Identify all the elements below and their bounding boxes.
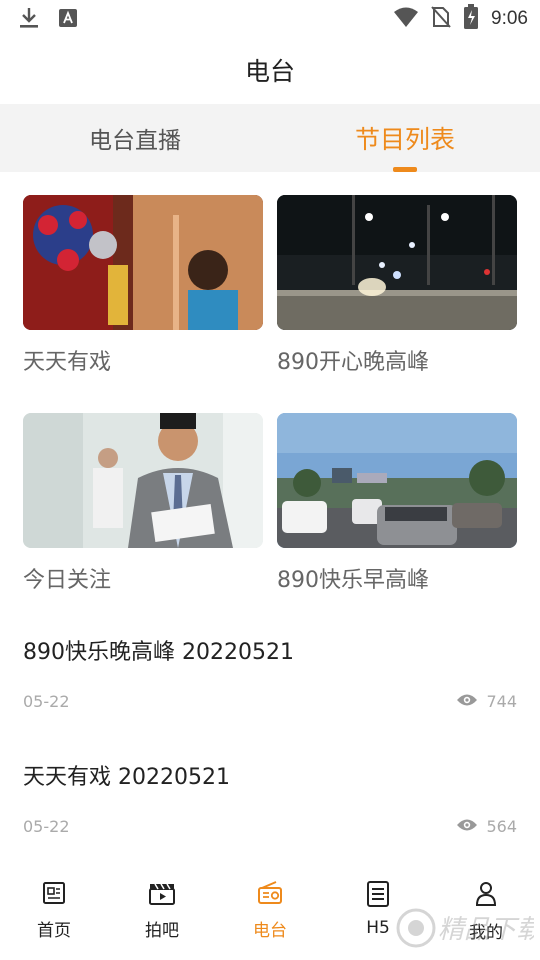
program-card[interactable]: 今日关注	[23, 413, 263, 594]
nav-radio[interactable]: 电台	[216, 872, 324, 960]
clapperboard-icon	[148, 880, 176, 910]
program-title: 890开心晚高峰	[277, 350, 429, 375]
tab-program-list[interactable]: 节目列表	[270, 104, 540, 172]
episode-views: 744	[486, 692, 517, 711]
businessman-photo	[23, 413, 263, 548]
episode-date: 05-22	[23, 692, 70, 711]
program-title: 890快乐早高峰	[277, 568, 429, 593]
episode-title: 天天有戏 20220521	[23, 765, 230, 790]
title-bar: 电台	[0, 36, 540, 104]
a-icon	[58, 8, 78, 32]
active-tab-indicator	[393, 167, 417, 172]
program-title: 今日关注	[23, 568, 112, 593]
nav-label: 首页	[37, 921, 71, 941]
episode-date: 05-22	[23, 817, 70, 836]
night-road-photo	[277, 195, 517, 330]
status-bar: 9:06	[0, 0, 540, 36]
news-icon	[41, 880, 67, 910]
eye-icon	[456, 817, 478, 836]
eye-icon	[456, 692, 478, 711]
episode-item[interactable]: 天天有戏 20220521 05-22 564	[23, 759, 517, 836]
episode-title: 890快乐晚高峰 20220521	[23, 640, 294, 665]
page-title: 电台	[244, 57, 295, 86]
clock: 9:06	[491, 8, 528, 29]
tab-bar: 电台直播 节目列表	[0, 104, 540, 172]
opera-mask-photo	[23, 195, 263, 330]
nav-label: 电台	[253, 921, 287, 941]
document-icon	[365, 880, 391, 912]
radio-icon	[256, 880, 284, 910]
tab-label: 电台直播	[89, 128, 181, 154]
watermark-logo: 精品下载	[396, 908, 534, 948]
no-sim-icon	[431, 5, 451, 33]
program-card[interactable]: 天天有戏	[23, 195, 263, 376]
traffic-street-photo	[277, 413, 517, 548]
episode-item[interactable]: 890快乐晚高峰 20220521 05-22 744	[23, 634, 517, 711]
nav-label: H5	[366, 918, 390, 938]
wifi-icon	[393, 6, 419, 32]
download-icon	[18, 6, 40, 34]
nav-home[interactable]: 首页	[0, 872, 108, 960]
nav-label: 拍吧	[145, 921, 179, 941]
episode-views: 564	[486, 817, 517, 836]
tab-live-radio[interactable]: 电台直播	[0, 104, 270, 172]
battery-charging-icon	[463, 4, 479, 34]
program-card[interactable]: 890快乐早高峰	[277, 413, 517, 594]
bottom-nav: 首页 拍吧 电台 H5 我的 精品下载	[0, 872, 540, 960]
nav-paiba[interactable]: 拍吧	[108, 872, 216, 960]
program-card[interactable]: 890开心晚高峰	[277, 195, 517, 376]
program-title: 天天有戏	[23, 350, 112, 375]
watermark-text: 精品下载	[438, 915, 534, 945]
tab-label: 节目列表	[354, 125, 455, 154]
